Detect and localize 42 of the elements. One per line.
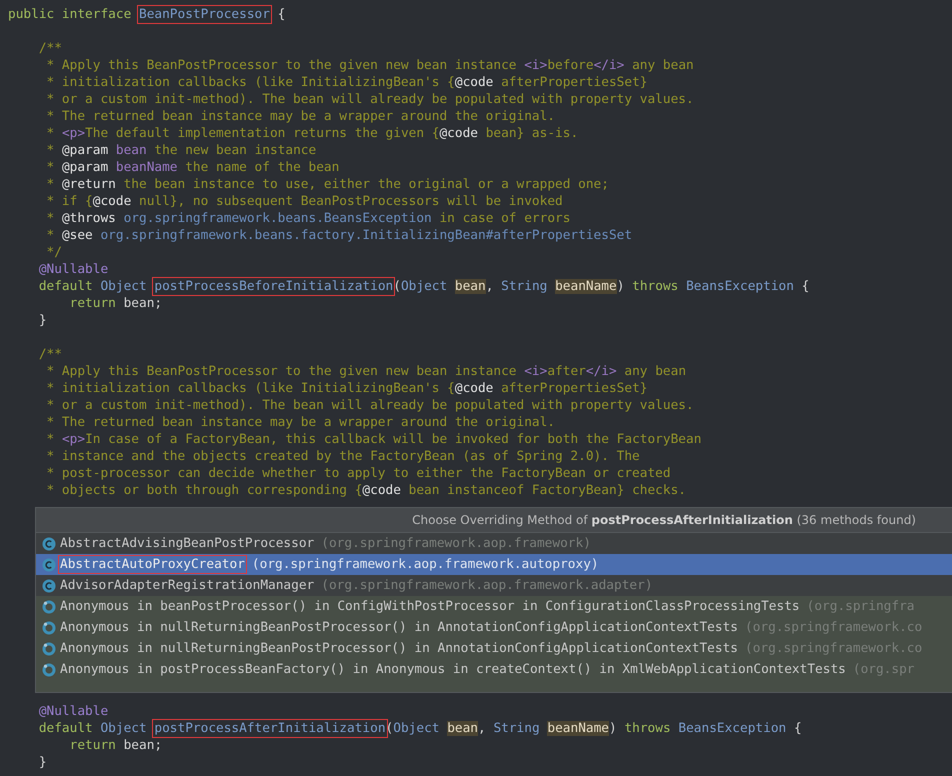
code-line: * @throws org.springframework.beans.BeansException in case of errors (46, 210, 570, 227)
code-line: * The returned bean instance may be a wrapper around the original. (46, 108, 556, 125)
code-line: /** (38, 346, 62, 363)
code-line: public interface BeanPostProcessor { (8, 6, 286, 23)
anonymous-class-icon (42, 620, 56, 634)
code-line: return bean; (68, 295, 162, 312)
code-line: * Apply this BeanPostProcessor to the given new bean instance <i>before</i> any bean (46, 57, 694, 74)
method-item[interactable]: AdvisorAdapterRegistrationManager (org.springframework.aop.framework.adapter) (36, 575, 952, 596)
code-line: default Object postProcessAfterInitialization(Object bean, String beanName) throws BeansException { (38, 720, 802, 737)
code-line: * or a custom init-method). The bean will already be populated with property values. (46, 397, 694, 414)
code-line: @Nullable (38, 261, 108, 278)
code-line: * or a custom init-method). The bean will already be populated with property values. (46, 91, 694, 108)
code-line: * <p>The default implementation returns the given {@code bean} as-is. (46, 125, 578, 142)
code-line: @Nullable (38, 703, 108, 720)
code-line: default Object postProcessBeforeInitialization(Object bean, String beanName) throws BeansException { (38, 278, 810, 295)
method-item[interactable]: AbstractAutoProxyCreator (org.springframework.aop.framework.autoproxy) (36, 554, 952, 575)
code-line: * @see org.springframework.beans.factory.InitializingBean#afterPropertiesSet (46, 227, 632, 244)
anonymous-class-icon (42, 642, 56, 656)
popup-title: Choose Overriding Method of postProcessAfterInitialization (36 methods found) (36, 508, 952, 533)
code-line: * @return the bean instance to use, either the original or a wrapped one; (46, 176, 609, 193)
code-line: * objects or both through corresponding {@code bean instanceof FactoryBean} checks. (46, 482, 686, 499)
code-line: * The returned bean instance may be a wrapper around the original. (46, 414, 556, 431)
anonymous-class-icon (42, 662, 56, 676)
code-line: } (38, 754, 47, 771)
class-icon (42, 558, 56, 572)
anonymous-class-icon (42, 600, 56, 614)
code-line: return bean; (68, 737, 162, 754)
code-line: * Apply this BeanPostProcessor to the given new bean instance <i>after</i> any bean (46, 363, 686, 380)
code-line: * if {@code null}, no subsequent BeanPostProcessors will be invoked (46, 193, 563, 210)
code-line: } (38, 312, 47, 329)
code-line: /** (38, 40, 62, 57)
class-icon (42, 536, 56, 550)
code-line: * instance and the objects created by the FactoryBean (as of Spring 2.0). The (46, 448, 640, 465)
code-line: * post-processor can decide whether to apply to either the FactoryBean or created (46, 465, 671, 482)
code-line: * @param beanName the name of the bean (46, 159, 340, 176)
code-line: * <p>In case of a FactoryBean, this callback will be invoked for both the FactoryBean (46, 431, 702, 448)
code-line: * initialization callbacks (like InitializingBean's {@code afterPropertiesSet} (46, 380, 648, 397)
code-line: * @param bean the new bean instance (46, 142, 316, 159)
class-icon (42, 578, 56, 592)
method-item[interactable]: AbstractAdvisingBeanPostProcessor (org.springframework.aop.framework) (36, 533, 952, 554)
code-line: * initialization callbacks (like InitializingBean's {@code afterPropertiesSet} (46, 74, 648, 91)
code-line: */ (46, 244, 62, 261)
